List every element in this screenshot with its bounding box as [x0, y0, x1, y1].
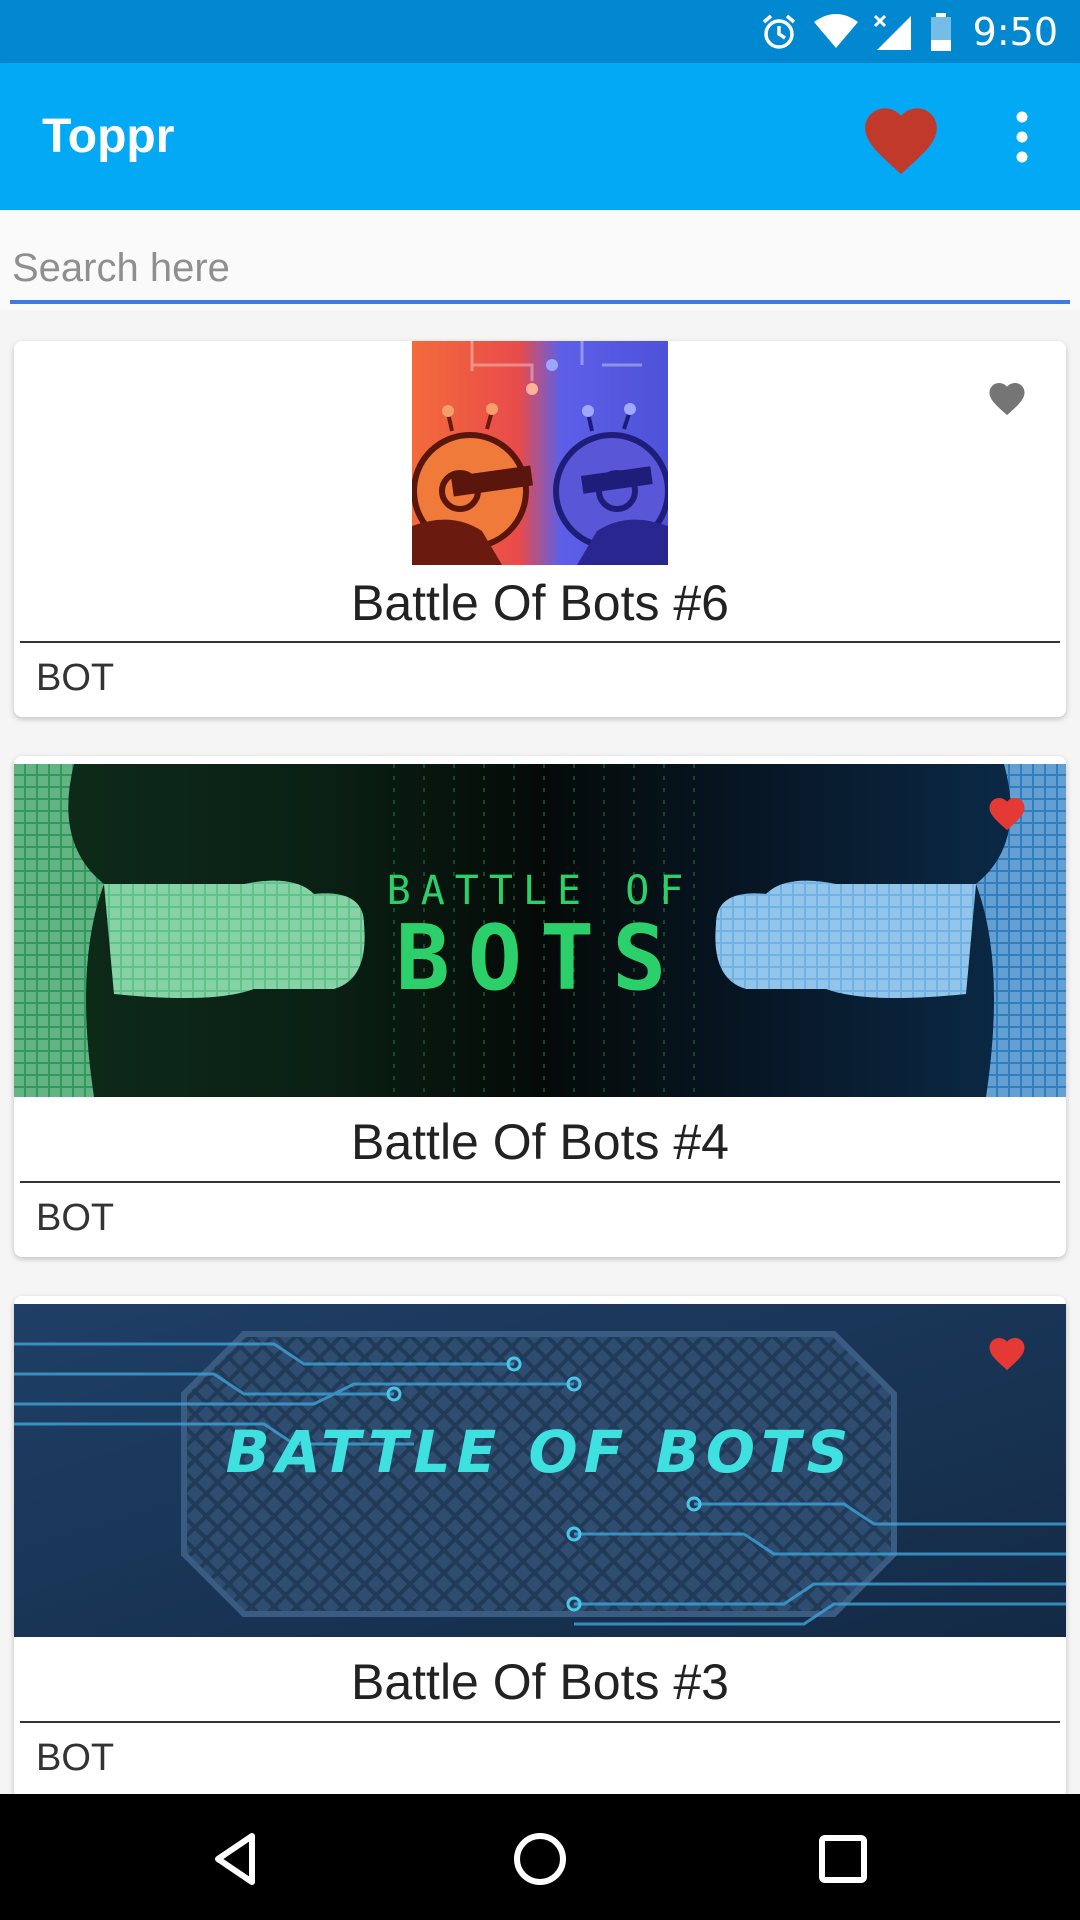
- card-divider: [20, 1181, 1060, 1183]
- recents-icon[interactable]: [808, 1824, 878, 1894]
- favorite-toggle-heart-icon[interactable]: [986, 377, 1028, 417]
- card-tag: BOT: [36, 657, 115, 699]
- search-input[interactable]: [10, 236, 1070, 304]
- app-title: Toppr: [42, 110, 175, 163]
- back-icon[interactable]: [202, 1824, 272, 1894]
- card-divider: [20, 1721, 1060, 1723]
- status-time: 9:50: [972, 9, 1058, 54]
- card-image: BATTLE OF BOTS: [14, 1304, 1066, 1637]
- wifi-icon: [813, 13, 858, 48]
- card-image: [412, 341, 668, 565]
- favorites-button[interactable]: [858, 97, 944, 177]
- list-item[interactable]: BATTLE OF BOTS Battle Of Bots #3 BOT: [14, 1296, 1066, 1826]
- list-item[interactable]: Battle Of Bots #6 BOT: [14, 341, 1066, 717]
- card-title: Battle Of Bots #3: [351, 1654, 729, 1710]
- card-tag: BOT: [36, 1737, 115, 1779]
- app-bar: Toppr: [0, 63, 1080, 210]
- status-bar: 9:50: [0, 0, 1080, 63]
- card-title: Battle Of Bots #4: [351, 1114, 729, 1170]
- alarm-icon: [762, 14, 795, 49]
- overflow-menu-icon: [1016, 111, 1028, 163]
- navigation-bar: [0, 1794, 1080, 1920]
- card-tag: BOT: [36, 1197, 115, 1239]
- heart-icon: [865, 108, 937, 175]
- favorite-toggle-heart-icon[interactable]: [986, 792, 1028, 832]
- home-icon[interactable]: [505, 1824, 575, 1894]
- list-item[interactable]: BATTLE OF BOTS Battle Of Bots #4 BOT: [14, 756, 1066, 1257]
- overflow-menu-button[interactable]: [1004, 107, 1040, 167]
- svg-text:BOTS: BOTS: [396, 906, 685, 1011]
- battery-icon: [930, 12, 951, 51]
- signal-icon: [873, 14, 911, 50]
- svg-text:BATTLE OF BOTS: BATTLE OF BOTS: [226, 1418, 855, 1486]
- card-divider: [20, 641, 1060, 643]
- favorite-toggle-heart-icon[interactable]: [986, 1332, 1028, 1372]
- card-image: BATTLE OF BOTS: [14, 764, 1066, 1097]
- card-title: Battle Of Bots #6: [351, 575, 729, 631]
